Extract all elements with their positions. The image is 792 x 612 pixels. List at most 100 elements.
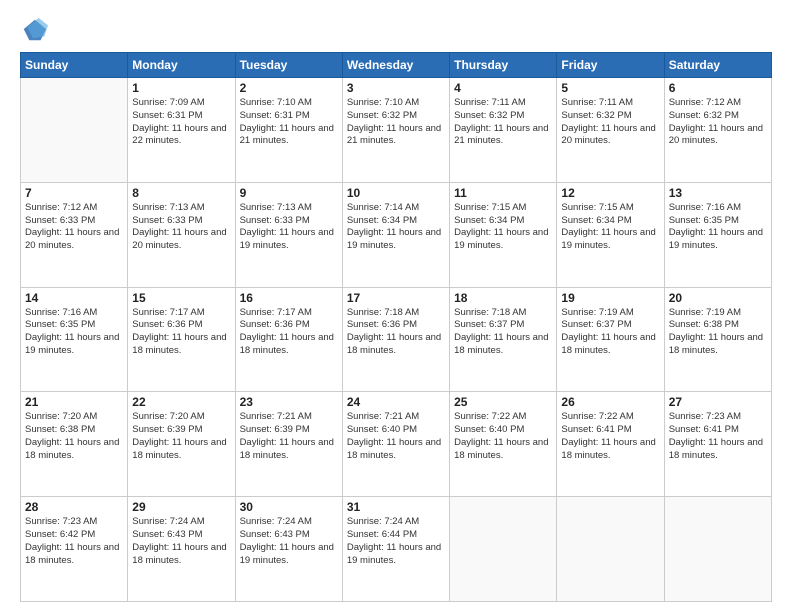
calendar-cell: 28 Sunrise: 7:23 AMSunset: 6:42 PMDayligh… bbox=[21, 497, 128, 602]
calendar-cell: 8Sunrise: 7:13 AMSunset: 6:33 PMDaylight… bbox=[128, 182, 235, 287]
day-number: 15 bbox=[132, 291, 230, 305]
day-info: Sunrise: 7:24 AMSunset: 6:44 PMDaylight:… bbox=[347, 516, 445, 567]
day-info: Sunrise: 7:22 AMSunset: 6:41 PMDaylight:… bbox=[561, 411, 659, 462]
day-number: 31 bbox=[347, 500, 445, 514]
day-number: 4 bbox=[454, 81, 552, 95]
calendar-cell: 13 Sunrise: 7:16 AMSunset: 6:35 PMDayligh… bbox=[664, 182, 771, 287]
calendar-cell: 9 Sunrise: 7:13 AMSunset: 6:33 PMDaylight… bbox=[235, 182, 342, 287]
day-info: Sunrise: 7:18 AMSunset: 6:37 PMDaylight:… bbox=[454, 307, 552, 358]
calendar-cell: 16 Sunrise: 7:17 AMSunset: 6:36 PMDayligh… bbox=[235, 287, 342, 392]
day-info: Sunrise: 7:10 AMSunset: 6:31 PMDaylight:… bbox=[240, 97, 338, 148]
calendar-cell bbox=[21, 78, 128, 183]
calendar-cell: 22 Sunrise: 7:20 AMSunset: 6:39 PMDayligh… bbox=[128, 392, 235, 497]
day-info: Sunrise: 7:21 AMSunset: 6:39 PMDaylight:… bbox=[240, 411, 338, 462]
calendar-cell bbox=[450, 497, 557, 602]
logo bbox=[20, 16, 52, 44]
day-number: 21 bbox=[25, 395, 123, 409]
day-info: Sunrise: 7:21 AMSunset: 6:40 PMDaylight:… bbox=[347, 411, 445, 462]
day-info: Sunrise: 7:16 AMSunset: 6:35 PMDaylight:… bbox=[25, 307, 123, 358]
day-number: 7 bbox=[25, 186, 123, 200]
day-number: 5 bbox=[561, 81, 659, 95]
calendar-cell: 19Sunrise: 7:19 AMSunset: 6:37 PMDayligh… bbox=[557, 287, 664, 392]
calendar-cell: 17 Sunrise: 7:18 AMSunset: 6:36 PMDayligh… bbox=[342, 287, 449, 392]
day-number: 1 bbox=[132, 81, 230, 95]
day-number: 13 bbox=[669, 186, 767, 200]
calendar-week-row: 7Sunrise: 7:12 AMSunset: 6:33 PMDaylight… bbox=[21, 182, 772, 287]
day-number: 22 bbox=[132, 395, 230, 409]
calendar-cell: 30 Sunrise: 7:24 AMSunset: 6:43 PMDayligh… bbox=[235, 497, 342, 602]
day-number: 10 bbox=[347, 186, 445, 200]
day-number: 18 bbox=[454, 291, 552, 305]
day-info: Sunrise: 7:20 AMSunset: 6:39 PMDaylight:… bbox=[132, 411, 230, 462]
calendar-cell: 27 Sunrise: 7:23 AMSunset: 6:41 PMDayligh… bbox=[664, 392, 771, 497]
day-info: Sunrise: 7:19 AMSunset: 6:38 PMDaylight:… bbox=[669, 307, 767, 358]
calendar-cell bbox=[664, 497, 771, 602]
calendar-cell: 12 Sunrise: 7:15 AMSunset: 6:34 PMDayligh… bbox=[557, 182, 664, 287]
calendar-body: 1 Sunrise: 7:09 AMSunset: 6:31 PMDaylight… bbox=[21, 78, 772, 602]
calendar-week-row: 1 Sunrise: 7:09 AMSunset: 6:31 PMDaylight… bbox=[21, 78, 772, 183]
calendar-week-row: 28 Sunrise: 7:23 AMSunset: 6:42 PMDayligh… bbox=[21, 497, 772, 602]
weekday-header-row: SundayMondayTuesdayWednesdayThursdayFrid… bbox=[21, 53, 772, 78]
day-number: 16 bbox=[240, 291, 338, 305]
calendar-cell: 4 Sunrise: 7:11 AMSunset: 6:32 PMDaylight… bbox=[450, 78, 557, 183]
day-info: Sunrise: 7:17 AMSunset: 6:36 PMDaylight:… bbox=[240, 307, 338, 358]
weekday-header-cell: Thursday bbox=[450, 53, 557, 78]
calendar-cell bbox=[557, 497, 664, 602]
calendar-cell: 25 Sunrise: 7:22 AMSunset: 6:40 PMDayligh… bbox=[450, 392, 557, 497]
weekday-header-cell: Tuesday bbox=[235, 53, 342, 78]
day-info: Sunrise: 7:23 AMSunset: 6:42 PMDaylight:… bbox=[25, 516, 123, 567]
day-number: 8 bbox=[132, 186, 230, 200]
day-number: 29 bbox=[132, 500, 230, 514]
calendar-cell: 29 Sunrise: 7:24 AMSunset: 6:43 PMDayligh… bbox=[128, 497, 235, 602]
day-info: Sunrise: 7:09 AMSunset: 6:31 PMDaylight:… bbox=[132, 97, 230, 148]
day-number: 23 bbox=[240, 395, 338, 409]
calendar-cell: 1 Sunrise: 7:09 AMSunset: 6:31 PMDaylight… bbox=[128, 78, 235, 183]
day-info: Sunrise: 7:10 AMSunset: 6:32 PMDaylight:… bbox=[347, 97, 445, 148]
day-info: Sunrise: 7:11 AMSunset: 6:32 PMDaylight:… bbox=[454, 97, 552, 148]
day-number: 28 bbox=[25, 500, 123, 514]
day-info: Sunrise: 7:15 AMSunset: 6:34 PMDaylight:… bbox=[454, 202, 552, 253]
calendar-cell: 26Sunrise: 7:22 AMSunset: 6:41 PMDayligh… bbox=[557, 392, 664, 497]
weekday-header-cell: Sunday bbox=[21, 53, 128, 78]
calendar-cell: 20Sunrise: 7:19 AMSunset: 6:38 PMDayligh… bbox=[664, 287, 771, 392]
header bbox=[20, 16, 772, 44]
day-number: 12 bbox=[561, 186, 659, 200]
day-info: Sunrise: 7:12 AMSunset: 6:32 PMDaylight:… bbox=[669, 97, 767, 148]
day-info: Sunrise: 7:13 AMSunset: 6:33 PMDaylight:… bbox=[240, 202, 338, 253]
day-info: Sunrise: 7:19 AMSunset: 6:37 PMDaylight:… bbox=[561, 307, 659, 358]
day-number: 3 bbox=[347, 81, 445, 95]
day-info: Sunrise: 7:15 AMSunset: 6:34 PMDaylight:… bbox=[561, 202, 659, 253]
calendar-cell: 6 Sunrise: 7:12 AMSunset: 6:32 PMDaylight… bbox=[664, 78, 771, 183]
day-info: Sunrise: 7:16 AMSunset: 6:35 PMDaylight:… bbox=[669, 202, 767, 253]
calendar-cell: 14 Sunrise: 7:16 AMSunset: 6:35 PMDayligh… bbox=[21, 287, 128, 392]
day-info: Sunrise: 7:18 AMSunset: 6:36 PMDaylight:… bbox=[347, 307, 445, 358]
day-info: Sunrise: 7:23 AMSunset: 6:41 PMDaylight:… bbox=[669, 411, 767, 462]
day-info: Sunrise: 7:17 AMSunset: 6:36 PMDaylight:… bbox=[132, 307, 230, 358]
logo-icon bbox=[20, 16, 48, 44]
weekday-header-cell: Wednesday bbox=[342, 53, 449, 78]
page: SundayMondayTuesdayWednesdayThursdayFrid… bbox=[0, 0, 792, 612]
calendar-table: SundayMondayTuesdayWednesdayThursdayFrid… bbox=[20, 52, 772, 602]
calendar-week-row: 21Sunrise: 7:20 AMSunset: 6:38 PMDayligh… bbox=[21, 392, 772, 497]
calendar-cell: 11 Sunrise: 7:15 AMSunset: 6:34 PMDayligh… bbox=[450, 182, 557, 287]
day-number: 14 bbox=[25, 291, 123, 305]
day-info: Sunrise: 7:11 AMSunset: 6:32 PMDaylight:… bbox=[561, 97, 659, 148]
day-number: 17 bbox=[347, 291, 445, 305]
calendar-cell: 3 Sunrise: 7:10 AMSunset: 6:32 PMDaylight… bbox=[342, 78, 449, 183]
calendar-cell: 15 Sunrise: 7:17 AMSunset: 6:36 PMDayligh… bbox=[128, 287, 235, 392]
day-number: 25 bbox=[454, 395, 552, 409]
day-number: 30 bbox=[240, 500, 338, 514]
weekday-header-cell: Saturday bbox=[664, 53, 771, 78]
calendar-cell: 18 Sunrise: 7:18 AMSunset: 6:37 PMDayligh… bbox=[450, 287, 557, 392]
day-number: 6 bbox=[669, 81, 767, 95]
day-number: 2 bbox=[240, 81, 338, 95]
day-info: Sunrise: 7:24 AMSunset: 6:43 PMDaylight:… bbox=[132, 516, 230, 567]
day-info: Sunrise: 7:24 AMSunset: 6:43 PMDaylight:… bbox=[240, 516, 338, 567]
day-number: 9 bbox=[240, 186, 338, 200]
day-number: 27 bbox=[669, 395, 767, 409]
weekday-header-cell: Friday bbox=[557, 53, 664, 78]
calendar-week-row: 14 Sunrise: 7:16 AMSunset: 6:35 PMDayligh… bbox=[21, 287, 772, 392]
day-number: 11 bbox=[454, 186, 552, 200]
calendar-cell: 7Sunrise: 7:12 AMSunset: 6:33 PMDaylight… bbox=[21, 182, 128, 287]
day-info: Sunrise: 7:22 AMSunset: 6:40 PMDaylight:… bbox=[454, 411, 552, 462]
